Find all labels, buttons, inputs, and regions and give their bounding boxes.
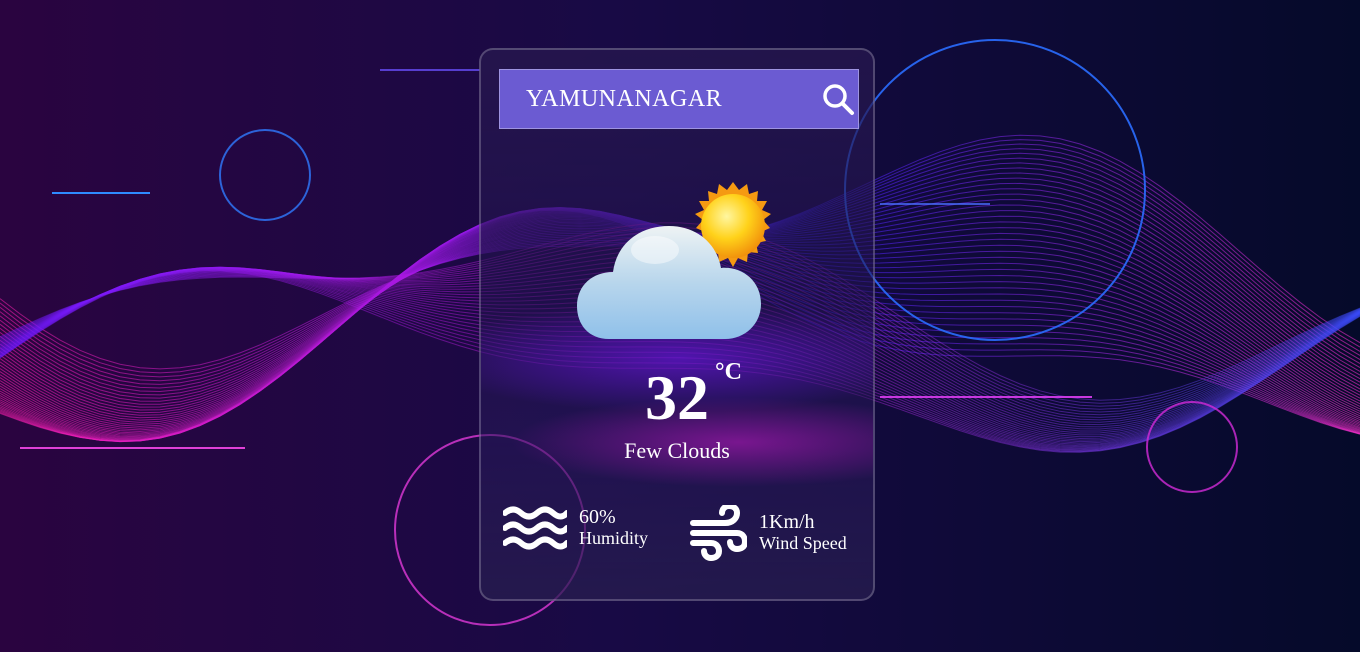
temperature-display: 32 °C — [481, 359, 873, 433]
search-button[interactable] — [821, 81, 855, 117]
wind-label: Wind Speed — [759, 533, 847, 554]
weather-description: Few Clouds — [624, 438, 730, 463]
search-icon — [823, 84, 854, 115]
wind-icon — [690, 505, 747, 561]
temperature-value: 32 °C — [645, 359, 742, 433]
waves-icon — [503, 506, 567, 550]
weather-card: 32°C Few Clouds 60% Humidity 1Km/h Wind … — [479, 48, 875, 601]
humidity-value: 60% — [579, 506, 616, 529]
city-input[interactable] — [526, 85, 821, 113]
humidity-label: Humidity — [579, 528, 649, 549]
partly-cloudy-icon — [577, 182, 771, 339]
wind-detail: 1Km/h Wind Speed — [689, 505, 847, 561]
wind-value: 1Km/h — [759, 511, 815, 534]
temperature-unit: °C — [715, 359, 742, 385]
humidity-detail: 60% Humidity — [503, 505, 648, 551]
search-bar — [499, 69, 859, 129]
